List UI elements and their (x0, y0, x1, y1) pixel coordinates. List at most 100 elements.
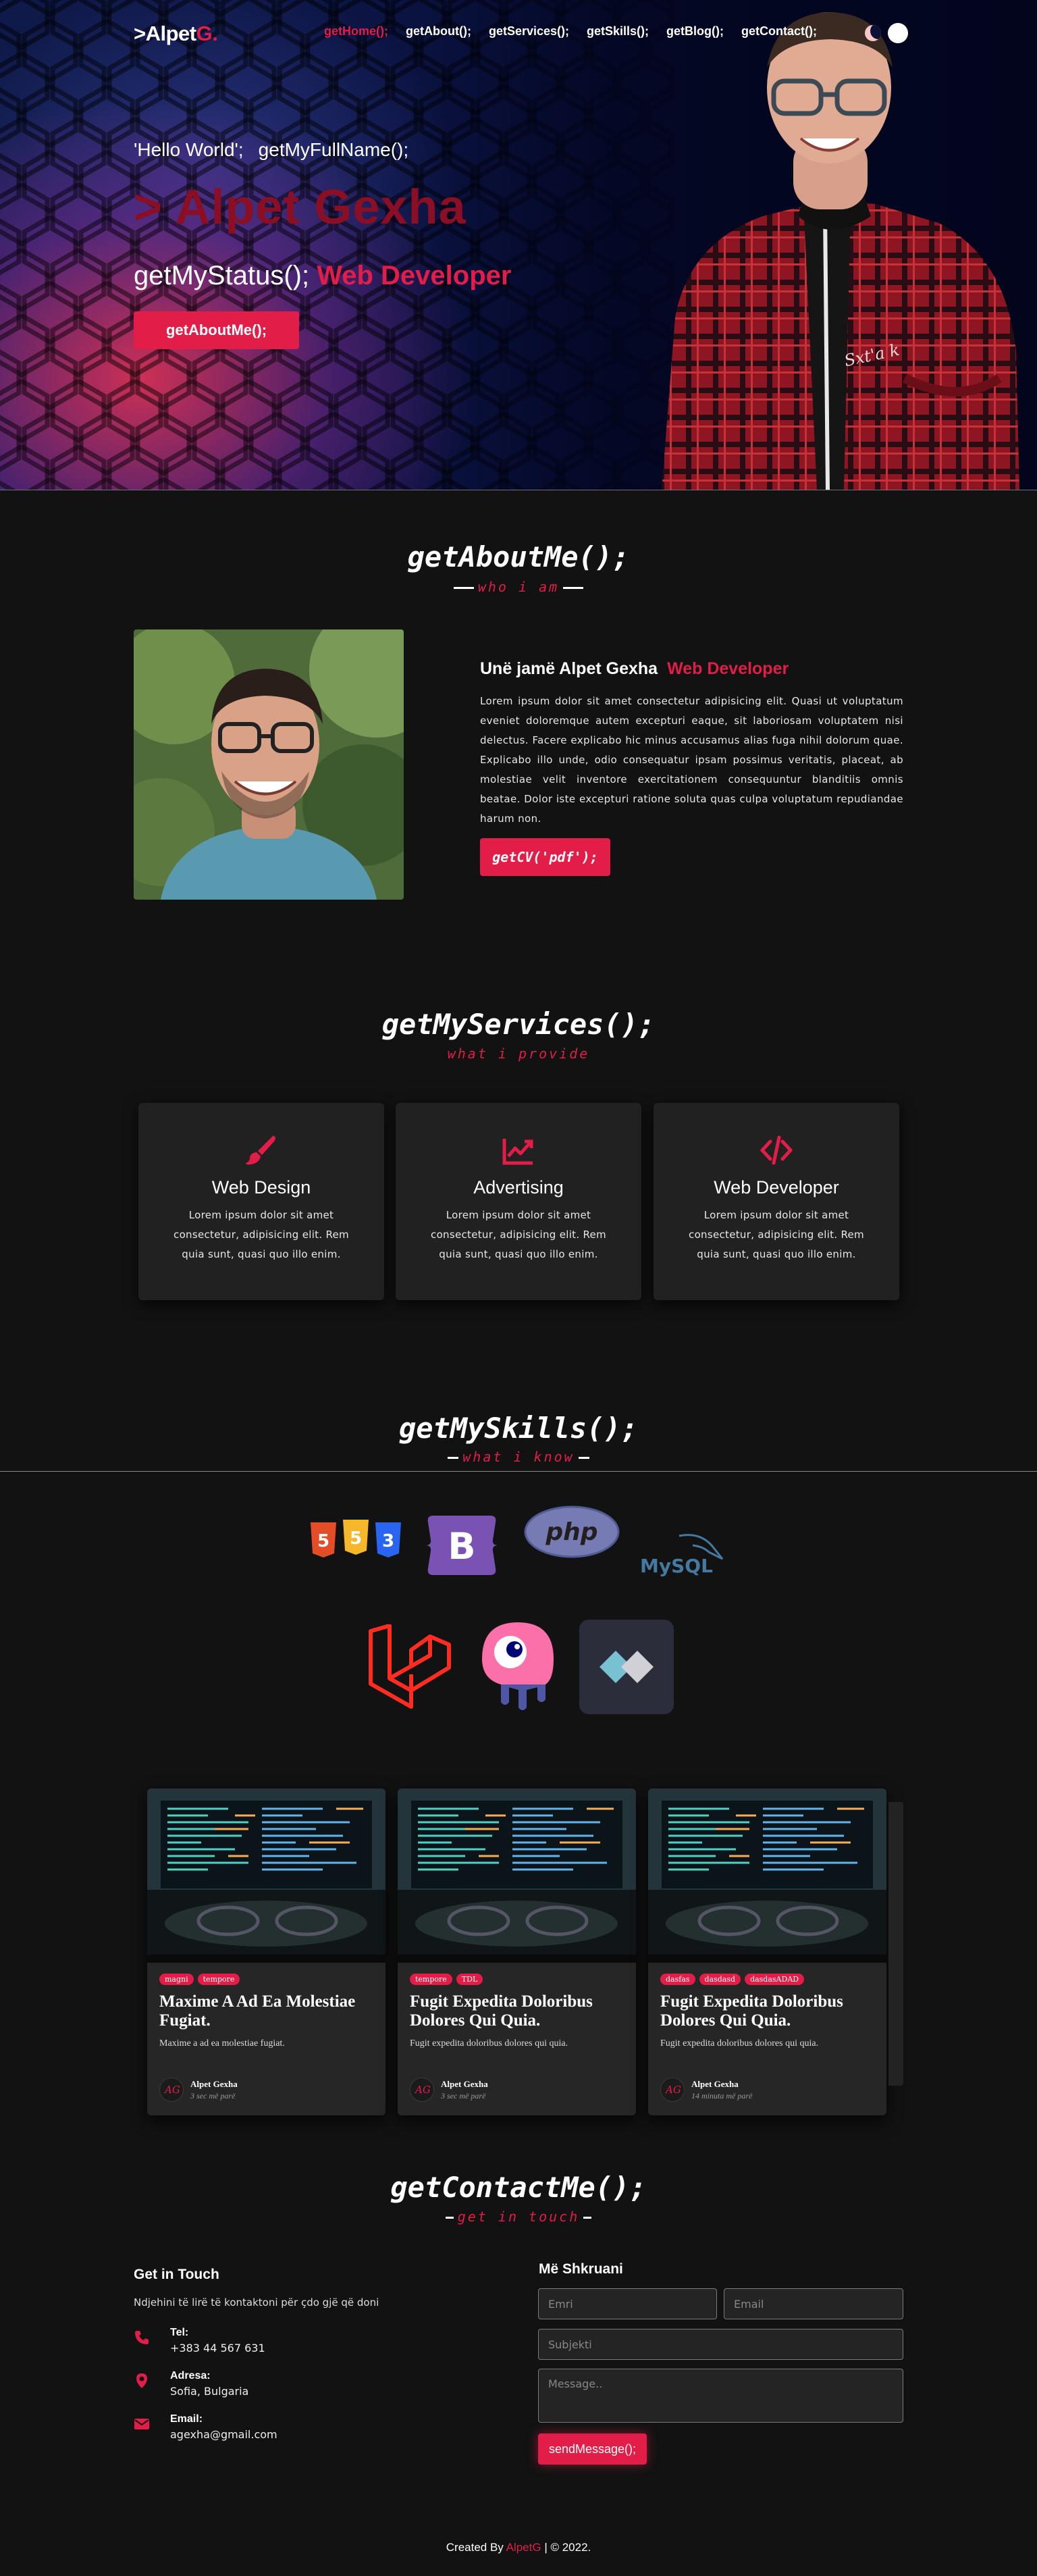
blog-image (147, 1788, 385, 1963)
hero-portrait (662, 12, 1019, 490)
contact-form-heading: Më Shkruani (539, 2261, 623, 2277)
alpine-js-icon (579, 1620, 674, 1714)
service-text: Lorem ipsum dolor sit amet consectetur, … (174, 1209, 349, 1260)
service-title: Advertising (473, 1177, 564, 1197)
blog-author: AG Alpet Gexha 14 minuta më parë (660, 2078, 752, 2102)
blog-card[interactable]: tempore TDL Fugit Expedita Doloribus Dol… (398, 1788, 636, 2115)
skills-title: getMySkills(); (398, 1412, 638, 1445)
blog-tag[interactable]: dasdasADAD (745, 1974, 805, 1985)
service-card-advertising: Advertising Lorem ipsum dolor sit amet c… (396, 1103, 641, 1300)
name-field[interactable] (538, 2288, 717, 2319)
footer: Created By AlpetG | © 2022. (446, 2541, 591, 2554)
about-me-button[interactable]: getAboutMe(); (134, 311, 299, 349)
blog-carousel-next-card[interactable] (888, 1802, 903, 2086)
blog-excerpt: Fugit expedita doloribus dolores qui qui… (660, 2038, 819, 2049)
svg-text:MySQL: MySQL (640, 1555, 713, 1577)
blog-author: AG Alpet Gexha 3 sec më parë (159, 2078, 238, 2102)
services-title: getMyServices(); (381, 1008, 656, 1041)
skills-divider (0, 1471, 1037, 1472)
about-subtitle: who i am (0, 579, 1037, 595)
php-icon: php (524, 1505, 620, 1559)
hero-name: > Alpet Gexha (134, 180, 467, 234)
blog-image (398, 1788, 636, 1963)
blog-title[interactable]: Maxime A Ad Ea Molestiae Fugiat. (159, 1992, 375, 2030)
blog-author: AG Alpet Gexha 3 sec më parë (410, 2078, 488, 2102)
main-nav: getHome(); getAbout(); getServices(); ge… (324, 24, 817, 38)
about-text: Lorem ipsum dolor sit amet consectetur a… (480, 695, 903, 825)
service-card-web-design: Web Design Lorem ipsum dolor sit amet co… (138, 1103, 384, 1300)
moon-icon (865, 25, 881, 41)
blog-card[interactable]: magni tempore Maxime A Ad Ea Molestiae F… (147, 1788, 385, 2115)
chart-line-icon (502, 1139, 533, 1165)
blog-tag[interactable]: TDL (456, 1974, 483, 1985)
service-text: Lorem ipsum dolor sit amet consectetur, … (689, 1209, 864, 1260)
author-avatar: AG (159, 2078, 184, 2102)
author-avatar: AG (410, 2078, 434, 2102)
blog-tags: tempore TDL (410, 1974, 483, 1985)
site-logo[interactable]: >AlpetG. (134, 22, 218, 46)
nav-contact[interactable]: getContact(); (741, 24, 817, 38)
services-subtitle: what i provide (447, 1046, 590, 1062)
phone-icon (135, 2331, 149, 2344)
service-title: Web Design (211, 1177, 311, 1197)
blog-image (648, 1788, 886, 1963)
svg-text:B: B (448, 1525, 475, 1568)
message-field[interactable] (538, 2369, 903, 2423)
hero-status: getMyStatus(); Web Developer (134, 261, 512, 290)
map-pin-icon (136, 2373, 147, 2388)
laravel-icon (368, 1624, 452, 1711)
contact-subtitle: get in touch (0, 2209, 1037, 2225)
mysql-icon: MySQL (639, 1532, 726, 1579)
skills-subtitle: what i know (0, 1449, 1037, 1465)
envelope-icon (134, 2419, 149, 2429)
svg-text:3: 3 (382, 1531, 394, 1551)
blog-excerpt: Maxime a ad ea molestiae fugiat. (159, 2038, 285, 2049)
blog-tag[interactable]: tempore (197, 1974, 240, 1985)
blog-tag[interactable]: magni (159, 1974, 194, 1985)
footer-brand-link[interactable]: AlpetG (506, 2541, 541, 2554)
service-card-web-developer: Web Developer Lorem ipsum dolor sit amet… (654, 1103, 899, 1300)
download-cv-button[interactable]: getCV('pdf'); (480, 838, 610, 876)
nav-blog[interactable]: getBlog(); (666, 24, 724, 38)
svg-text:php: php (545, 1518, 597, 1546)
about-photo (134, 629, 404, 900)
theme-toggle[interactable] (865, 23, 908, 43)
sun-icon (888, 23, 908, 43)
nav-home[interactable]: getHome(); (324, 24, 388, 38)
service-title: Web Developer (714, 1177, 839, 1197)
blog-title[interactable]: Fugit Expedita Doloribus Dolores Qui Qui… (660, 1992, 876, 2030)
service-text: Lorem ipsum dolor sit amet consectetur, … (431, 1209, 606, 1260)
blog-title[interactable]: Fugit Expedita Doloribus Dolores Qui Qui… (410, 1992, 626, 2030)
contact-title: getContactMe(); (390, 2171, 647, 2204)
contact-description: Ndjehini të lirë të kontaktoni për çdo g… (134, 2296, 379, 2309)
svg-text:5: 5 (350, 1528, 362, 1549)
author-avatar: AG (660, 2078, 685, 2102)
nav-services[interactable]: getServices(); (489, 24, 569, 38)
svg-text:5: 5 (317, 1531, 329, 1551)
nav-skills[interactable]: getSkills(); (587, 24, 649, 38)
blog-tag[interactable]: dasfas (660, 1974, 695, 1985)
blog-tag[interactable]: dasdasd (699, 1974, 741, 1985)
bootstrap-icon: B (424, 1513, 500, 1578)
hero-section: Sxt'a k >AlpetG. getHome(); getAbout(); … (0, 0, 1037, 490)
contact-info-heading: Get in Touch (134, 2267, 219, 2282)
contact-email: Email: agexha@gmail.com (134, 2413, 471, 2447)
html-css-js-icon: 5 5 3 (309, 1520, 401, 1562)
email-field[interactable] (724, 2288, 903, 2319)
blog-tags: dasfas dasdasd dasdasADAD (660, 1974, 805, 1985)
paint-brush-icon (246, 1135, 275, 1165)
subject-field[interactable] (538, 2329, 903, 2360)
hero-greeting: 'Hello World'; getMyFullName(); (134, 139, 409, 160)
blog-excerpt: Fugit expedita doloribus dolores qui qui… (410, 2038, 568, 2049)
about-title: getAboutMe(); (407, 540, 630, 573)
code-icon (760, 1135, 793, 1165)
contact-phone: Tel: +383 44 567 631 (134, 2327, 471, 2361)
livewire-icon (478, 1620, 558, 1713)
about-heading: Unë jamë Alpet Gexha Web Developer (480, 659, 789, 678)
blog-tags: magni tempore (159, 1974, 240, 1985)
contact-address: Adresa: Sofia, Bulgaria (134, 2370, 471, 2404)
blog-tag[interactable]: tempore (410, 1974, 452, 1985)
nav-about[interactable]: getAbout(); (406, 24, 471, 38)
send-message-button[interactable]: sendMessage(); (538, 2433, 647, 2465)
blog-card[interactable]: dasfas dasdasd dasdasADAD Fugit Expedita… (648, 1788, 886, 2115)
